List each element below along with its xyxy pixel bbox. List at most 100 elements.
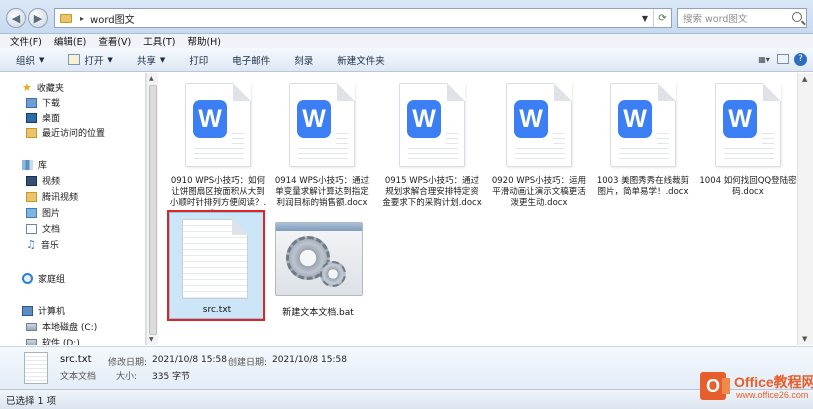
nav-label: 软件 (D:) xyxy=(42,339,80,345)
email-label: 电子邮件 xyxy=(232,55,271,67)
open-button[interactable]: 打开 ▼ xyxy=(68,53,113,67)
search-icon xyxy=(792,12,802,22)
menu-help[interactable]: 帮助(H) xyxy=(187,34,221,48)
forward-button[interactable]: ▶ xyxy=(28,8,48,28)
nav-downloads[interactable]: 下载 xyxy=(26,95,60,110)
share-button[interactable]: 共享 ▼ xyxy=(137,53,165,67)
organize-button[interactable]: 组织 ▼ xyxy=(16,53,44,67)
scroll-up-icon[interactable]: ▲ xyxy=(149,75,154,82)
nav-label: 计算机 xyxy=(38,307,66,317)
menu-tools[interactable]: 工具(T) xyxy=(143,34,175,48)
highlight-annotation-box xyxy=(167,210,265,321)
selection-count: 已选择 1 项 xyxy=(6,395,57,407)
menu-edit[interactable]: 编辑(E) xyxy=(54,34,86,48)
nav-scrollbar[interactable]: ▲ ▼ xyxy=(146,73,158,345)
nav-label: 桌面 xyxy=(42,114,61,124)
file-item[interactable]: W 0915 WPS小技巧：通过规划求解合理安排特定资金要求下的采购计划.doc… xyxy=(382,83,482,209)
navigation-pane: ★ 收藏夹 下载 桌面 最近访问的位置 库 视频 腾讯视频 图片 文档 ♫ 音乐 家… xyxy=(0,73,146,345)
scroll-up-icon[interactable]: ▲ xyxy=(802,75,807,83)
office-logo-icon: O xyxy=(700,372,730,400)
content-scrollbar[interactable]: ▲ ▼ xyxy=(797,73,813,345)
nav-label: 库 xyxy=(38,161,48,171)
burn-button[interactable]: 刻录 xyxy=(294,53,313,67)
explorer-window: ◀ ▶ ▸ word图文 ▼ ⟳ 搜索 word图文 文件(F) 编辑(E) 查… xyxy=(0,0,813,409)
new-folder-button[interactable]: 新建文件夹 xyxy=(337,53,385,67)
nav-label: 最近访问的位置 xyxy=(42,129,106,139)
nav-label: 视频 xyxy=(42,177,61,187)
menu-view[interactable]: 查看(V) xyxy=(98,34,131,48)
menu-bar: 文件(F) 编辑(E) 查看(V) 工具(T) 帮助(H) xyxy=(0,34,813,48)
address-dropdown-icon[interactable]: ▼ xyxy=(637,9,653,27)
address-bar[interactable]: ▸ word图文 ▼ ⟳ xyxy=(54,8,672,28)
documents-icon xyxy=(26,223,37,234)
scroll-down-icon[interactable]: ▼ xyxy=(149,336,154,343)
downloads-folder-icon xyxy=(26,97,37,108)
view-options-icon[interactable]: ▦▾ xyxy=(756,52,772,66)
folder-icon xyxy=(26,191,37,202)
file-item[interactable]: W 1003 美图秀秀在线裁剪图片，简单易学！.docx xyxy=(595,83,691,198)
details-pane: src.txt 文本文档 修改日期: 2021/10/8 15:58 创建日期:… xyxy=(0,346,813,389)
drive-icon xyxy=(26,322,37,331)
star-icon: ★ xyxy=(22,81,32,94)
nav-desktop[interactable]: 桌面 xyxy=(26,110,60,125)
file-name: 0914 WPS小技巧：通过单变量求解计算达到指定利润目标的销售额.docx xyxy=(274,176,370,208)
address-row: ◀ ▶ ▸ word图文 ▼ ⟳ 搜索 word图文 xyxy=(0,0,813,34)
video-icon xyxy=(26,175,37,186)
text-file-icon xyxy=(24,352,48,384)
file-name: 0920 WPS小技巧：运用平滑动画让演示文稿更活泼更生动.docx xyxy=(491,176,587,208)
search-placeholder: 搜索 word图文 xyxy=(683,14,748,25)
scrollbar-thumb[interactable] xyxy=(149,85,157,335)
print-button[interactable]: 打印 xyxy=(189,53,208,67)
nav-software-drive[interactable]: 软件 (D:) xyxy=(26,335,80,345)
file-item[interactable]: W 0920 WPS小技巧：运用平滑动画让演示文稿更活泼更生动.docx xyxy=(491,83,587,209)
nav-local-disk[interactable]: 本地磁盘 (C:) xyxy=(26,319,97,334)
menu-file[interactable]: 文件(F) xyxy=(10,34,42,48)
help-icon[interactable]: ? xyxy=(794,52,807,66)
caret-down-icon: ▼ xyxy=(107,55,113,64)
nav-documents[interactable]: 文档 xyxy=(26,221,60,236)
nav-tencent-video[interactable]: 腾讯视频 xyxy=(26,189,78,204)
nav-label: 收藏夹 xyxy=(36,84,64,94)
nav-label: 家庭组 xyxy=(38,275,66,285)
refresh-icon[interactable]: ⟳ xyxy=(653,9,671,27)
nav-libraries[interactable]: 库 xyxy=(22,157,47,172)
file-item[interactable]: W 1004 如何找回QQ登陆密码.docx xyxy=(699,83,797,198)
wps-document-icon: W xyxy=(506,83,572,167)
wps-document-icon: W xyxy=(715,83,781,167)
open-label: 打开 xyxy=(84,55,104,67)
file-name: 0915 WPS小技巧：通过规划求解合理安排特定资金要求下的采购计划.docx xyxy=(382,176,482,208)
breadcrumb-path[interactable]: word图文 xyxy=(90,11,135,26)
nav-computer[interactable]: 计算机 xyxy=(22,303,65,318)
created-value: 2021/10/8 15:58 xyxy=(272,355,347,365)
wps-document-icon: W xyxy=(185,83,251,167)
detail-file-name: src.txt xyxy=(60,354,92,365)
wps-document-icon: W xyxy=(610,83,676,167)
detail-file-type: 文本文档 xyxy=(60,372,97,382)
nav-favorites[interactable]: ★ 收藏夹 xyxy=(22,80,64,95)
view-controls: ▦▾ ? xyxy=(756,52,813,66)
nav-pictures[interactable]: 图片 xyxy=(26,205,60,220)
file-item[interactable]: W 0914 WPS小技巧：通过单变量求解计算达到指定利润目标的销售额.docx xyxy=(274,83,370,209)
modified-label: 修改日期: xyxy=(108,358,148,368)
batch-file-icon[interactable] xyxy=(275,222,363,296)
scroll-down-icon[interactable]: ▼ xyxy=(802,335,807,343)
nav-recent[interactable]: 最近访问的位置 xyxy=(26,125,105,140)
file-name: 新建文本文档.bat xyxy=(282,308,354,318)
organize-label: 组织 xyxy=(16,55,36,67)
pictures-icon xyxy=(26,207,37,218)
email-button[interactable]: 电子邮件 xyxy=(232,53,270,67)
modified-value: 2021/10/8 15:58 xyxy=(152,355,227,365)
nav-music[interactable]: ♫ 音乐 xyxy=(26,237,59,252)
caret-down-icon: ▼ xyxy=(159,55,166,64)
preview-pane-icon[interactable] xyxy=(777,54,789,64)
nav-homegroup[interactable]: 家庭组 xyxy=(22,271,65,286)
watermark-url: www.office26.com xyxy=(736,390,809,400)
file-name: 1004 如何找回QQ登陆密码.docx xyxy=(699,176,797,197)
search-input[interactable]: 搜索 word图文 xyxy=(677,8,807,28)
file-item[interactable]: W 0910 WPS小技巧：如何让饼图扇区按面积从大到小顺时针排列方便阅读？.d… xyxy=(170,83,266,220)
command-bar: 组织 ▼ 打开 ▼ 共享 ▼ 打印 电子邮件 刻录 新建文件夹 ▦▾ ? xyxy=(0,48,813,72)
nav-label: 腾讯视频 xyxy=(42,193,79,203)
size-value: 335 字节 xyxy=(152,372,191,382)
nav-videos[interactable]: 视频 xyxy=(26,173,60,188)
back-button[interactable]: ◀ xyxy=(6,8,26,28)
